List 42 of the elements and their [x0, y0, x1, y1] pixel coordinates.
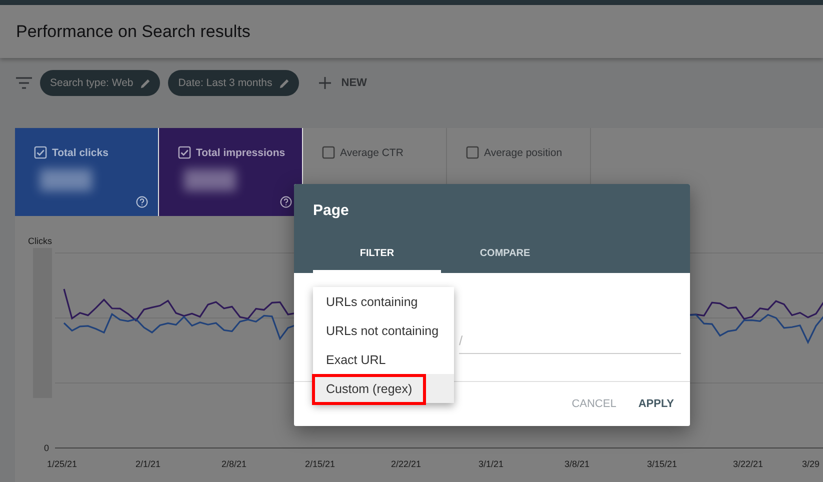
menu-item[interactable]: Exact URL: [313, 345, 454, 374]
page-title: Performance on Search results: [16, 22, 250, 42]
checkbox[interactable]: [466, 146, 479, 159]
menu-item[interactable]: Custom (regex): [313, 374, 454, 403]
dialog-title: Page: [313, 202, 349, 219]
help-icon[interactable]: [280, 196, 292, 208]
axis-tick: 3/1/21: [478, 459, 504, 469]
new-filter-button[interactable]: NEW: [313, 76, 373, 90]
axis-tick: 2/8/21: [221, 459, 247, 469]
pencil-icon: [279, 78, 290, 88]
apply-button[interactable]: APPLY: [630, 392, 682, 416]
input-field[interactable]: /: [459, 327, 681, 354]
axis-tick: 3/22/21: [732, 459, 764, 469]
blurred-value: [184, 169, 236, 191]
blurred-value: [40, 169, 92, 191]
axis-tick: 3/29: [802, 459, 820, 469]
axis-tick: 1/25/21: [46, 459, 78, 469]
metric-tile[interactable]: Total impressions: [159, 128, 303, 216]
cancel-button[interactable]: CANCEL: [564, 392, 624, 416]
metric-label: Total clicks: [52, 146, 108, 158]
filter-chip[interactable]: Search type: Web: [40, 70, 160, 96]
metric-label: Average CTR: [340, 146, 404, 158]
axis-tick: 3/15/21: [646, 459, 678, 469]
axis-tick: 0: [44, 443, 50, 453]
help-icon[interactable]: [136, 196, 148, 208]
dialog-tab[interactable]: FILTER: [313, 237, 441, 273]
checkbox[interactable]: [322, 146, 335, 159]
metric-label: Total impressions: [196, 146, 286, 158]
dialog-tab[interactable]: COMPARE: [441, 237, 569, 273]
axis-tick: 2/1/21: [135, 459, 161, 469]
filter-chip[interactable]: Date: Last 3 months: [168, 70, 300, 96]
menu-item[interactable]: URLs containing: [313, 287, 454, 316]
axis-tick: 3/8/21: [564, 459, 590, 469]
menu-item[interactable]: URLs not containing: [313, 316, 454, 345]
axis-tick: 2/22/21: [390, 459, 422, 469]
pencil-icon: [140, 78, 152, 88]
axis-tick: 2/15/21: [304, 459, 336, 469]
metric-tile[interactable]: Total clicks: [15, 128, 159, 216]
filter-icon[interactable]: [16, 77, 32, 89]
axis-label: Clicks: [28, 236, 52, 246]
plus-icon: [319, 77, 332, 89]
metric-label: Average position: [484, 146, 562, 158]
